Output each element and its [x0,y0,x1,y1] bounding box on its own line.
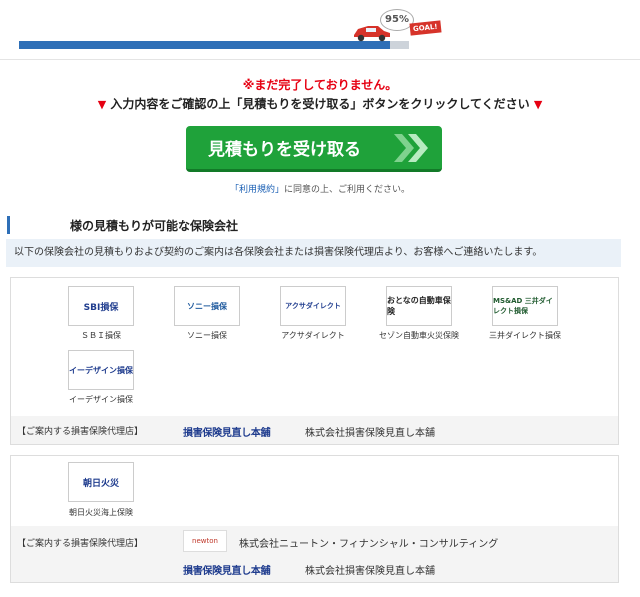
otona-logo: おとなの自動車保険 [386,286,452,326]
agency-name: 株式会社損害保険見直し本舗 [305,428,435,439]
notice-banner: 以下の保険会社の見積もりおよび契約のご案内は各保険会社または損害保険代理店より、… [6,239,621,267]
insurer-name: アクサダイレクト [281,331,345,340]
insurer-name: イーデザイン損保 [69,395,133,404]
down-triangle-icon: ▼ [97,98,107,111]
progress-header: 95% GOAL! [0,0,640,60]
chevron-right-icon [394,134,428,162]
terms-link[interactable]: 「利用規約」 [230,185,284,195]
insurer-name: セゾン自動車火災保険 [379,331,459,340]
instruction-text: ▼ 入力内容をご確認の上「見積もりを受け取る」ボタンをクリックしてください ▼ [0,95,640,112]
insurer-name: ＳＢＩ損保 [81,331,121,340]
receive-quote-button[interactable]: 見積もりを受け取る [186,126,442,172]
newton-logo: newton [183,530,227,552]
down-triangle-icon: ▼ [533,98,543,111]
axa-logo: アクサダイレクト [280,286,346,326]
section-header: 様の見積もりが可能な保険会社 [7,216,627,234]
progress-fill [19,41,390,49]
insurer-name: 朝日火災海上保険 [69,508,133,517]
terms-note: 「利用規約」に同意の上、ご利用ください。 [0,182,640,195]
edesign-logo: イーデザイン損保 [68,350,134,390]
agency-label: 【ご案内する損害保険代理店】 [17,427,144,437]
agency-label: 【ご案内する損害保険代理店】 [17,539,144,549]
insurer-name: ソニー損保 [187,331,227,340]
insurer-name: 三井ダイレクト損保 [489,331,561,340]
progress-bar [19,41,409,49]
incomplete-warning: ※まだ完了しておりません。 [242,78,398,92]
minaoshi-logo: 損害保険見直し本舗 [183,428,271,439]
sbi-logo: SBI損保 [68,286,134,326]
instruction-label: 入力内容をご確認の上「見積もりを受け取る」ボタンをクリックしてください [110,97,530,111]
receive-quote-label: 見積もりを受け取る [208,140,361,160]
sony-logo: ソニー損保 [174,286,240,326]
insurer-panel: SBI損保 ＳＢＩ損保 ソニー損保 ソニー損保 アクサダイレクト アクサダイレク… [10,277,619,445]
goal-flag: GOAL! [409,20,442,36]
section-title: 様の見積もりが可能な保険会社 [70,219,239,233]
agency-row: 【ご案内する損害保険代理店】 newton 株式会社ニュートン・フィナンシャル・… [11,526,618,582]
asahi-logo: 朝日火災 [68,462,134,502]
agency-row: 【ご案内する損害保険代理店】 損害保険見直し本舗 株式会社損害保険見直し本舗 [11,416,618,444]
agency-name: 株式会社損害保険見直し本舗 [305,566,435,577]
mitsui-logo: MS&AD 三井ダイレクト損保 [492,286,558,326]
insurer-panel: 朝日火災 朝日火災海上保険 【ご案内する損害保険代理店】 newton 株式会社… [10,455,619,583]
agency-name: 株式会社ニュートン・フィナンシャル・コンサルティング [239,539,499,550]
minaoshi-logo: 損害保険見直し本舗 [183,566,271,577]
terms-text: に同意の上、ご利用ください。 [284,185,411,195]
